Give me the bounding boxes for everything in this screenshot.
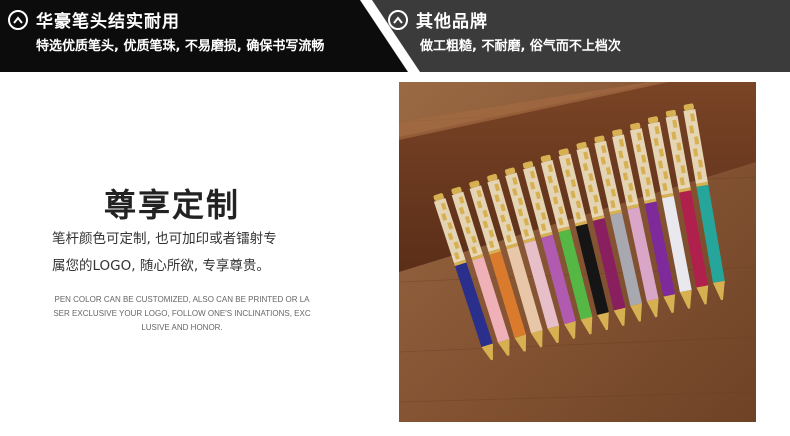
product-photo	[399, 82, 756, 422]
left-panel-title: 华豪笔头结实耐用	[36, 12, 180, 32]
right-panel-header: 其他品牌	[388, 7, 488, 32]
pens-illustration	[399, 82, 756, 422]
chevron-up-icon	[8, 9, 28, 30]
section-description-english: PEN COLOR CAN BE CUSTOMIZED, ALSO CAN BE…	[53, 295, 311, 332]
left-panel-header: 华豪笔头结实耐用	[8, 7, 180, 32]
description-line-2: 属您的LOGO, 随心所欲, 专享尊贵。	[52, 258, 270, 274]
section-description: 笔杆颜色可定制, 也可加印或者镭射专 属您的LOGO, 随心所欲, 专享尊贵。	[52, 226, 322, 280]
right-panel-title: 其他品牌	[416, 12, 488, 32]
description-line-1: 笔杆颜色可定制, 也可加印或者镭射专	[52, 231, 277, 247]
section-title: 尊享定制	[104, 186, 241, 224]
chevron-up-icon	[388, 9, 408, 30]
top-banner: 华豪笔头结实耐用 特选优质笔头, 优质笔珠, 不易磨损, 确保书写流畅 其他品牌…	[0, 0, 790, 72]
left-panel-subtitle: 特选优质笔头, 优质笔珠, 不易磨损, 确保书写流畅	[36, 39, 325, 54]
right-panel-subtitle: 做工粗糙, 不耐磨, 俗气而不上档次	[420, 39, 621, 54]
